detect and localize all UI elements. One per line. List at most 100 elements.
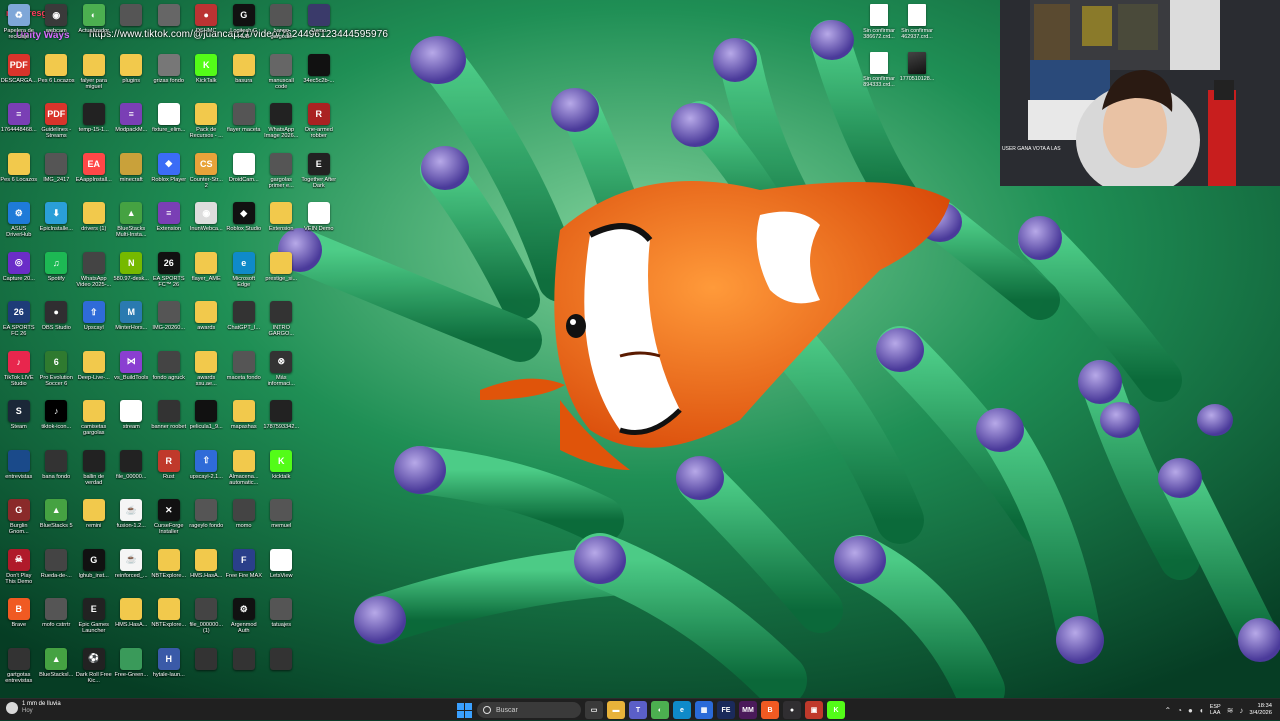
desktop-icon[interactable]: ⇧ upscayl-2.1... bbox=[188, 446, 226, 496]
desktop-icon[interactable]: ● OBS Studio bbox=[38, 297, 76, 347]
mic-icon[interactable]: ● bbox=[1188, 706, 1193, 715]
desktop-icon[interactable]: ◎ Capture 20... bbox=[0, 248, 38, 298]
desktop-icon[interactable]: ♪ tiktok-icon... bbox=[38, 396, 76, 446]
desktop-icon[interactable]: minecraft bbox=[113, 149, 151, 199]
desktop-icon[interactable]: Demo bbox=[300, 0, 338, 50]
desktop-icon[interactable]: stream bbox=[113, 396, 151, 446]
desktop-icon[interactable]: 34ec5c2b-... bbox=[300, 50, 338, 100]
desktop-icon[interactable] bbox=[188, 644, 226, 694]
desktop-icon[interactable]: HMS.HasA... bbox=[113, 594, 151, 644]
network-icon[interactable]: ◔ bbox=[1177, 706, 1182, 715]
speaker-icon[interactable]: ◖ bbox=[1199, 706, 1204, 715]
desktop-icon[interactable]: Pes 6 Locazos bbox=[0, 149, 38, 199]
desktop-icon[interactable]: file_000000... (1) bbox=[188, 594, 226, 644]
desktop-icon[interactable]: CS Counter-Str... 2 bbox=[188, 149, 226, 199]
desktop-icon[interactable]: temp-15-1... bbox=[75, 99, 113, 149]
desktop-icon[interactable]: falyer para miguel bbox=[75, 50, 113, 100]
desktop-icon[interactable]: N 580.97-desk... bbox=[113, 248, 151, 298]
taskbar-app-edge[interactable]: e bbox=[673, 701, 691, 719]
desktop-icon[interactable]: basura bbox=[225, 50, 263, 100]
taskbar-app-obs[interactable]: ● bbox=[783, 701, 801, 719]
wifi-icon[interactable]: ≋ bbox=[1227, 706, 1234, 715]
desktop-icon[interactable]: Glghub_inst... bbox=[75, 545, 113, 595]
desktop-icon[interactable]: E Epic Games Launcher bbox=[75, 594, 113, 644]
desktop-icon[interactable]: ⚽ Dark Roll Free Kic... bbox=[75, 644, 113, 694]
taskbar-app-teams[interactable]: T bbox=[629, 701, 647, 719]
desktop-icon[interactable]: drivers (1) bbox=[75, 198, 113, 248]
desktop-icon[interactable]: ◉ InunWebca... bbox=[188, 198, 226, 248]
desktop-icon[interactable]: ballin de verdad bbox=[75, 446, 113, 496]
desktop-icon[interactable]: G Burglin Gnom... bbox=[0, 495, 38, 545]
desktop-icon[interactable]: ≡ 1764448468... bbox=[0, 99, 38, 149]
desktop-icon[interactable]: ☕ reinforced_... bbox=[113, 545, 151, 595]
desktop-icon[interactable] bbox=[263, 644, 301, 694]
desktop-icon[interactable]: Deep-Live-... bbox=[75, 347, 113, 397]
desktop-icon[interactable]: Sin confirmar 462937.crd... bbox=[898, 4, 936, 40]
desktop-icon[interactable]: NBTExplore... bbox=[150, 545, 188, 595]
desktop-icon[interactable]: Extension bbox=[263, 198, 301, 248]
desktop-icon[interactable]: E Together After Dark bbox=[300, 149, 338, 199]
desktop-icon[interactable]: gartgotas entrevistas bbox=[0, 644, 38, 694]
taskbar-app-fe-app[interactable]: FE bbox=[717, 701, 735, 719]
desktop-icon[interactable]: R Rust bbox=[150, 446, 188, 496]
desktop-icon[interactable]: pelicula1_9... bbox=[188, 396, 226, 446]
desktop-icon[interactable]: awards bbox=[188, 297, 226, 347]
desktop-icon[interactable]: ≡ Extension bbox=[150, 198, 188, 248]
taskbar-app-kick[interactable]: K bbox=[827, 701, 845, 719]
taskbar-search[interactable]: Buscar bbox=[477, 702, 581, 718]
desktop-icon[interactable]: G Logitech G HUB bbox=[225, 0, 263, 50]
desktop-icon[interactable]: WhatsApp Image 2026... bbox=[263, 99, 301, 149]
desktop-icon[interactable]: ♫ Spotify bbox=[38, 248, 76, 298]
desktop-icon[interactable]: ✕ CurseForge Installer bbox=[150, 495, 188, 545]
desktop-icon[interactable]: IMG_2417 bbox=[38, 149, 76, 199]
desktop-icon[interactable]: ⊗ Más informaci... bbox=[263, 347, 301, 397]
desktop-icon[interactable]: ChatGPT_I... bbox=[225, 297, 263, 347]
desktop-icon[interactable]: IMG-20260... bbox=[150, 297, 188, 347]
desktop-icon[interactable]: VEIN Demo bbox=[300, 198, 338, 248]
desktop-icon[interactable]: ▲ BlueStacksI... bbox=[38, 644, 76, 694]
volume-icon[interactable]: ♪ bbox=[1239, 706, 1243, 715]
desktop-icon[interactable]: EA EAappInstall... bbox=[75, 149, 113, 199]
desktop-icon[interactable]: ◐ Actualizador bbox=[75, 0, 113, 50]
desktop-icon[interactable]: ⇧ Upscayl bbox=[75, 297, 113, 347]
desktop-icon[interactable]: ● DSHMC bbox=[188, 0, 226, 50]
desktop-icon[interactable]: Free-Green... bbox=[113, 644, 151, 694]
desktop-icon[interactable]: B Brave bbox=[0, 594, 38, 644]
desktop-icon[interactable]: PDF DESCARGA... bbox=[0, 50, 38, 100]
desktop-icon[interactable]: bana fondo bbox=[38, 446, 76, 496]
desktop-icon[interactable]: camisetas gargolas bbox=[75, 396, 113, 446]
desktop-icon[interactable]: F Free Fire MAX bbox=[225, 545, 263, 595]
desktop-icon[interactable]: plugins bbox=[113, 50, 151, 100]
desktop-icon[interactable]: ▲ BlueStacks 5 bbox=[38, 495, 76, 545]
taskbar-app-chrome[interactable]: ◐ bbox=[651, 701, 669, 719]
desktop-icon[interactable]: Hhytale-laun... bbox=[150, 644, 188, 694]
desktop-icon[interactable]: entrevistas bbox=[0, 446, 38, 496]
desktop-icon[interactable]: M MinterHors... bbox=[113, 297, 151, 347]
desktop-icon[interactable]: awards ssu.ae... bbox=[188, 347, 226, 397]
desktop-icon[interactable]: file_00000... bbox=[113, 446, 151, 496]
desktop-icon[interactable]: S Steam bbox=[0, 396, 38, 446]
taskbar-app-mm-app[interactable]: MM bbox=[739, 701, 757, 719]
weather-widget[interactable]: 1 mm de lluvia Hoy bbox=[6, 701, 61, 715]
desktop-icon[interactable]: remini bbox=[75, 495, 113, 545]
desktop-icon[interactable]: ◈ LetsView bbox=[263, 545, 301, 595]
desktop-icon[interactable]: ◆ Roblox Studio bbox=[225, 198, 263, 248]
desktop-icon[interactable]: PDF Guidelines - Streams bbox=[38, 99, 76, 149]
desktop-icon[interactable]: ⚙ Argenmod Auth bbox=[225, 594, 263, 644]
desktop-icon[interactable]: ♻ Papelera de reciclaje bbox=[0, 0, 38, 50]
desktop-icon[interactable]: ◉ webcam bbox=[38, 0, 76, 50]
desktop-icon[interactable]: 26 EA SPORTS FC 26 bbox=[0, 297, 38, 347]
desktop-icon[interactable]: rageylo fondo bbox=[188, 495, 226, 545]
chevron-up-icon[interactable]: ⌃ bbox=[1164, 706, 1171, 715]
desktop-icon[interactable]: flayer maceta bbox=[225, 99, 263, 149]
desktop-icon[interactable]: prestige_si... bbox=[263, 248, 301, 298]
desktop-icon[interactable]: ◆ Roblox Player bbox=[150, 149, 188, 199]
desktop-icon[interactable]: Sin confirmar 386672.crd... bbox=[860, 4, 898, 40]
desktop-icon[interactable]: R One-armed robber bbox=[300, 99, 338, 149]
taskbar-app-recorder[interactable]: ▣ bbox=[805, 701, 823, 719]
desktop-icon[interactable]: mofo cstrrtr bbox=[38, 594, 76, 644]
desktop-icon[interactable]: mapashas bbox=[225, 396, 263, 446]
desktop-icon[interactable]: Sin confirmar 894333.crd... bbox=[860, 52, 898, 88]
desktop-icon[interactable]: ⋈ vs_BuildTools bbox=[113, 347, 151, 397]
taskbar-app-task-view[interactable]: ▭ bbox=[585, 701, 603, 719]
